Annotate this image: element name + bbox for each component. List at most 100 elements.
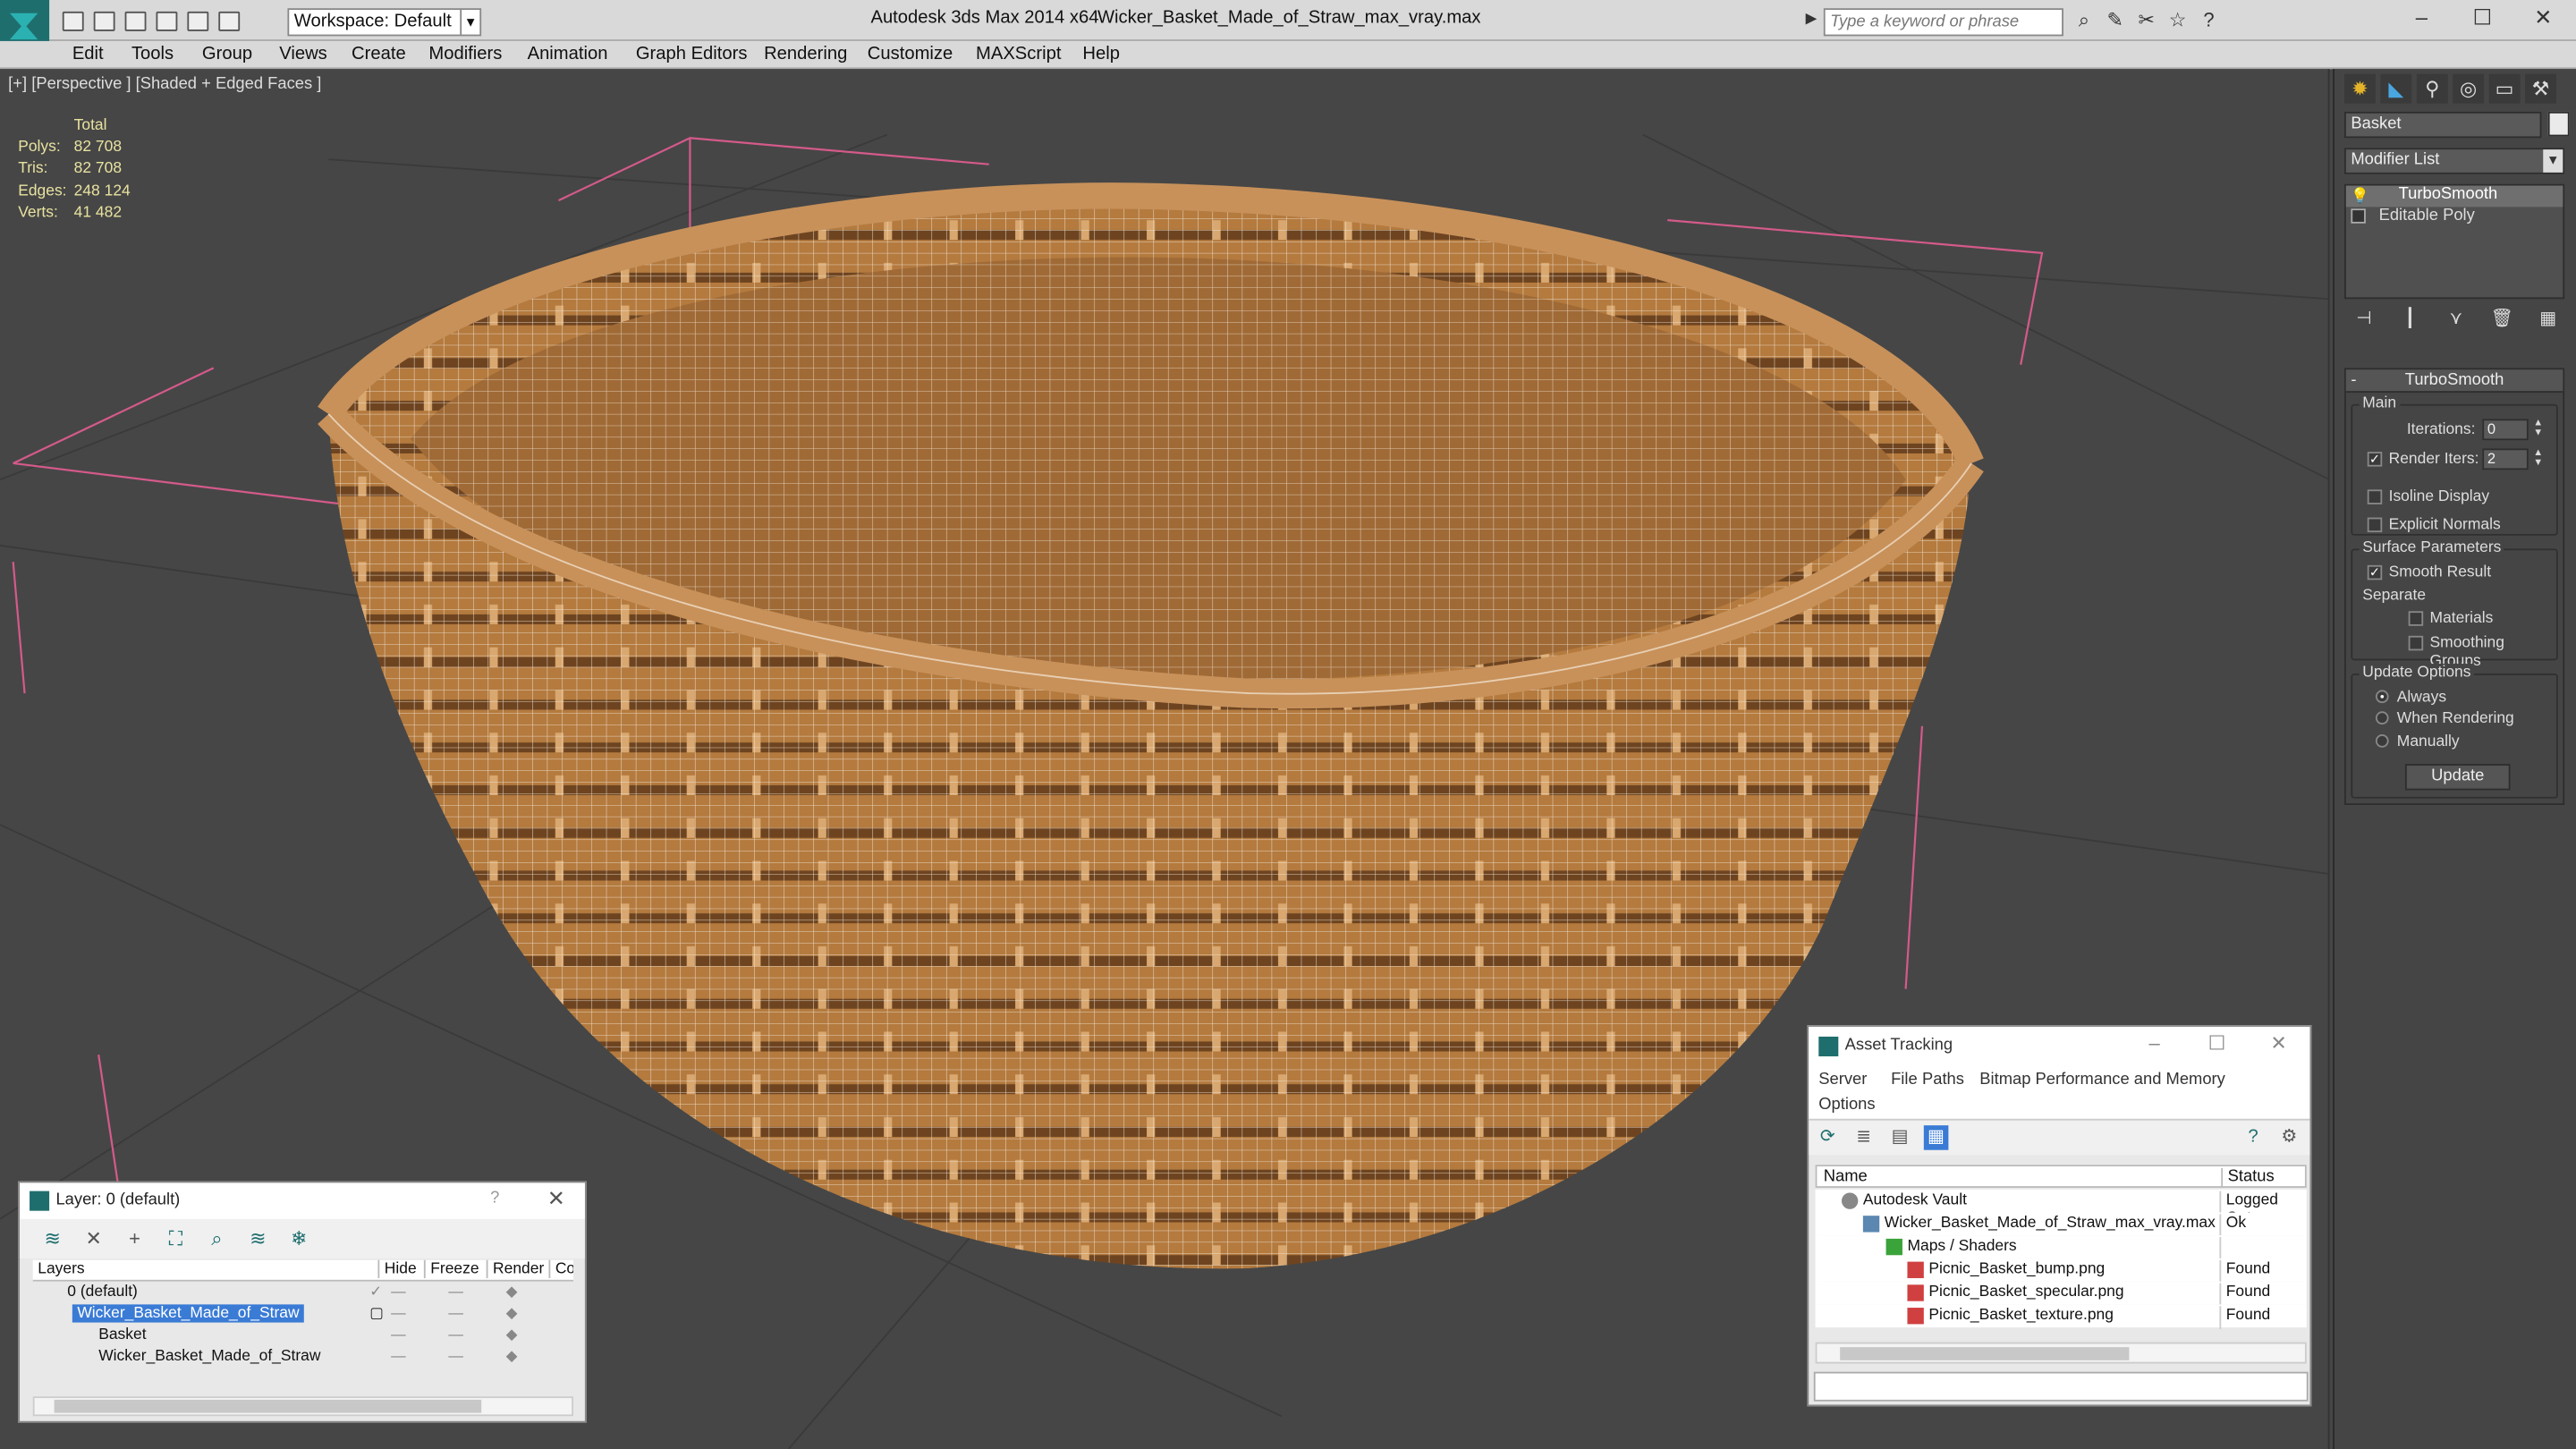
manually-radio[interactable] bbox=[2375, 734, 2389, 748]
create-layer-icon[interactable]: ≋ bbox=[39, 1225, 65, 1251]
freeze-all-layers-icon[interactable]: ❄ bbox=[286, 1225, 312, 1251]
create-tab-icon[interactable]: ✹ bbox=[2344, 73, 2376, 104]
menu-views[interactable]: Views bbox=[279, 45, 327, 64]
scrollbar-thumb[interactable] bbox=[54, 1399, 482, 1413]
at-menu-server[interactable]: Server bbox=[1818, 1072, 1867, 1089]
scrollbar-thumb[interactable] bbox=[1840, 1347, 2130, 1360]
redo-icon[interactable] bbox=[187, 11, 209, 31]
teapot-icon[interactable]: ◆ bbox=[506, 1326, 518, 1343]
undo-icon[interactable] bbox=[156, 11, 178, 31]
smooth-result-checkbox[interactable]: ✓ bbox=[2367, 564, 2383, 580]
update-button[interactable]: Update bbox=[2404, 764, 2511, 791]
asset-row[interactable]: Picnic_Basket_texture.png Found bbox=[1815, 1304, 2307, 1329]
at-menu-options[interactable]: Options bbox=[1818, 1096, 1875, 1114]
asset-tracking-titlebar[interactable]: Asset Tracking – ☐ ✕ bbox=[1809, 1026, 2310, 1067]
favorites-star-icon[interactable]: ☆ bbox=[2167, 9, 2189, 31]
checkmark-icon[interactable]: ✓ bbox=[369, 1283, 382, 1301]
layer-window-titlebar[interactable]: Layer: 0 (default) ? ✕ bbox=[20, 1182, 585, 1219]
stack-item-turbosmooth[interactable]: 💡 TurboSmooth bbox=[2345, 185, 2563, 208]
asset-row[interactable]: Picnic_Basket_bump.png Found bbox=[1815, 1258, 2307, 1284]
layer-row[interactable]: 0 (default) ✓ — — ◆ bbox=[33, 1283, 573, 1304]
search-expand-icon[interactable]: ▶ bbox=[1806, 10, 1822, 35]
save-file-icon[interactable] bbox=[124, 11, 147, 31]
object-name-field[interactable]: Basket bbox=[2344, 111, 2542, 139]
col-name[interactable]: Name bbox=[1824, 1168, 1868, 1186]
asset-row[interactable]: Maps / Shaders bbox=[1815, 1235, 2307, 1260]
menu-help[interactable]: Help bbox=[1082, 45, 1120, 64]
refresh-icon[interactable]: ⟳ bbox=[1816, 1125, 1841, 1150]
layer-row[interactable]: Wicker_Basket_Made_of_Straw — — ◆ bbox=[33, 1347, 573, 1368]
render-iters-spinner[interactable]: 2 bbox=[2482, 448, 2529, 470]
highlight-layer-icon[interactable]: ⌕ bbox=[204, 1225, 230, 1251]
horizontal-scrollbar[interactable] bbox=[1815, 1342, 2307, 1364]
always-radio[interactable] bbox=[2375, 690, 2389, 704]
detail-view-icon[interactable]: ▤ bbox=[1887, 1125, 1912, 1150]
modifier-list-dropdown[interactable]: Modifier List ▼ bbox=[2344, 148, 2565, 174]
add-to-layer-icon[interactable]: + bbox=[122, 1225, 148, 1251]
table-view-icon[interactable]: ▦ bbox=[1923, 1125, 1949, 1150]
rollout-header[interactable]: - TurboSmooth bbox=[2345, 369, 2563, 393]
settings-icon[interactable]: ⚙ bbox=[2277, 1125, 2302, 1150]
menu-maxscript[interactable]: MAXScript bbox=[976, 45, 1061, 64]
project-folder-icon[interactable] bbox=[218, 11, 241, 31]
menu-rendering[interactable]: Rendering bbox=[764, 45, 847, 64]
remove-modifier-icon[interactable]: 🗑 bbox=[2489, 307, 2515, 333]
maximize-icon[interactable]: ☐ bbox=[2208, 1031, 2226, 1055]
col-hide[interactable]: Hide bbox=[377, 1259, 420, 1278]
materials-checkbox[interactable] bbox=[2408, 611, 2424, 626]
search-input[interactable]: Type a keyword or phrase bbox=[1823, 8, 2063, 37]
asset-row[interactable]: Autodesk Vault Logged Out bbox=[1815, 1189, 2307, 1227]
isoline-display-checkbox[interactable] bbox=[2367, 489, 2383, 504]
expand-icon[interactable] bbox=[2351, 208, 2366, 224]
stack-item-editable-poly[interactable]: Editable Poly bbox=[2346, 207, 2563, 228]
delete-layer-icon[interactable]: ✕ bbox=[80, 1225, 106, 1251]
spinner-arrows-icon[interactable]: ▲ ▼ bbox=[2531, 448, 2545, 470]
menu-modifiers[interactable]: Modifiers bbox=[428, 45, 502, 64]
help-icon[interactable]: ? bbox=[490, 1190, 499, 1208]
communication-icon[interactable]: ✂ bbox=[2136, 9, 2157, 31]
subscription-icon[interactable]: ✎ bbox=[2105, 9, 2126, 31]
motion-tab-icon[interactable]: ◎ bbox=[2453, 73, 2485, 104]
explicit-normals-checkbox[interactable] bbox=[2367, 517, 2383, 533]
list-view-icon[interactable]: ≣ bbox=[1852, 1125, 1877, 1150]
horizontal-scrollbar[interactable] bbox=[32, 1396, 574, 1417]
teapot-icon[interactable]: ◆ bbox=[506, 1304, 518, 1322]
close-icon[interactable]: ✕ bbox=[2527, 5, 2560, 31]
menu-group[interactable]: Group bbox=[202, 45, 252, 64]
display-tab-icon[interactable]: ▭ bbox=[2488, 73, 2521, 104]
minimize-icon[interactable]: – bbox=[2148, 1031, 2159, 1055]
teapot-icon[interactable]: ◆ bbox=[506, 1347, 518, 1365]
spinner-arrows-icon[interactable]: ▲ ▼ bbox=[2531, 419, 2545, 440]
col-render[interactable]: Render bbox=[486, 1259, 546, 1278]
close-icon[interactable]: ✕ bbox=[2270, 1031, 2286, 1055]
maximize-icon[interactable]: ☐ bbox=[2466, 5, 2499, 31]
col-layers[interactable]: Layers bbox=[33, 1260, 84, 1278]
close-icon[interactable]: ✕ bbox=[547, 1186, 565, 1212]
col-color[interactable]: Co bbox=[548, 1259, 573, 1278]
workspace-dropdown[interactable]: Workspace: Default ▼ bbox=[287, 8, 482, 37]
render-iters-checkbox[interactable]: ✓ bbox=[2367, 452, 2383, 467]
menu-animation[interactable]: Animation bbox=[528, 45, 608, 64]
minimize-icon[interactable]: – bbox=[2405, 5, 2438, 30]
iterations-spinner[interactable]: 0 bbox=[2482, 419, 2529, 441]
viewport-label[interactable]: [+] [Perspective ] [Shaded + Edged Faces… bbox=[8, 75, 321, 93]
current-layer-icon[interactable]: ▢ bbox=[369, 1304, 384, 1322]
asset-row[interactable]: Wicker_Basket_Made_of_Straw_max_vray.max… bbox=[1815, 1212, 2307, 1238]
help-icon[interactable]: ? bbox=[2199, 9, 2220, 31]
pin-stack-icon[interactable]: ⊣ bbox=[2351, 307, 2377, 333]
lightbulb-icon[interactable]: 💡 bbox=[2351, 187, 2369, 203]
configure-modifier-sets-icon[interactable]: ▦ bbox=[2535, 307, 2561, 333]
menu-customize[interactable]: Customize bbox=[868, 45, 953, 64]
col-status[interactable]: Status bbox=[2221, 1167, 2275, 1188]
layer-row[interactable]: Basket — — ◆ bbox=[33, 1326, 573, 1347]
menu-graph-editors[interactable]: Graph Editors bbox=[636, 45, 748, 64]
modify-tab-icon[interactable]: ◣ bbox=[2380, 73, 2412, 104]
hierarchy-tab-icon[interactable]: ⚲ bbox=[2416, 73, 2448, 104]
menu-edit[interactable]: Edit bbox=[72, 45, 104, 64]
binoculars-icon[interactable]: ⌕ bbox=[2073, 9, 2095, 31]
layer-row[interactable]: Wicker_Basket_Made_of_Straw ▢ — — ◆ bbox=[33, 1304, 573, 1326]
at-menu-paths[interactable]: Paths bbox=[1922, 1072, 1964, 1089]
help-icon[interactable]: ? bbox=[2241, 1125, 2266, 1150]
make-unique-icon[interactable]: ⋎ bbox=[2443, 307, 2469, 333]
when-rendering-radio[interactable] bbox=[2375, 711, 2389, 725]
